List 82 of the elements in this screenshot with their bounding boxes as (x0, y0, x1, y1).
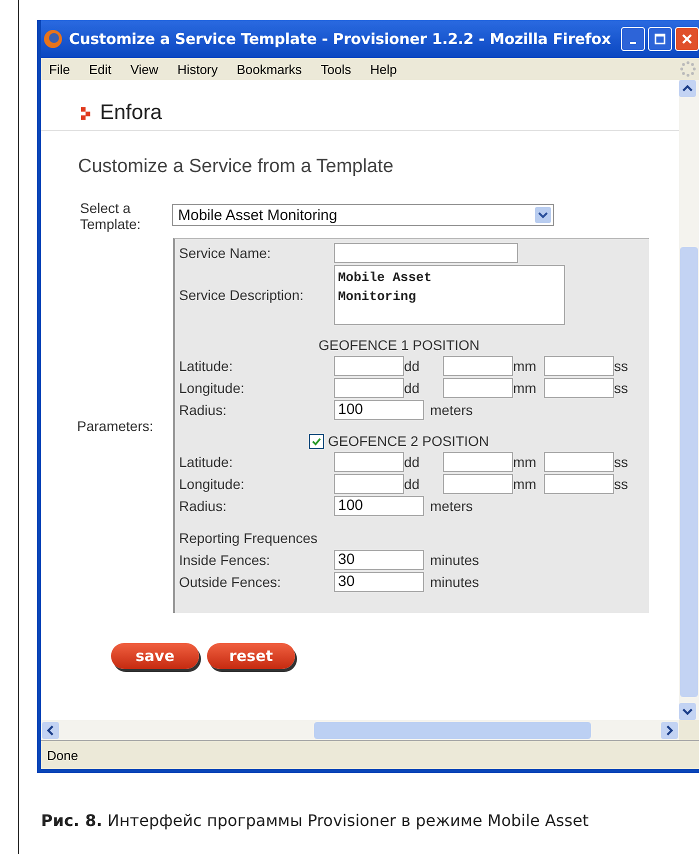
brand-name: Enfora (100, 101, 162, 125)
input-field[interactable]: 100 (334, 400, 424, 420)
scroll-thumb[interactable] (680, 247, 698, 697)
field-label: Latitude: (179, 454, 234, 470)
browser-logo-icon (43, 29, 63, 49)
menu-item[interactable]: Tools (320, 62, 352, 76)
field-label: Longitude: (179, 380, 246, 396)
close-button[interactable] (675, 27, 699, 51)
unit-label: mm (513, 476, 538, 492)
service-description-field[interactable]: Mobile Asset Monitoring (334, 265, 565, 325)
unit-label: meters (430, 402, 473, 418)
scroll-down-icon[interactable] (679, 703, 696, 720)
checkmark-icon (310, 436, 322, 446)
field-label: Radius: (179, 402, 228, 418)
scroll-thumb[interactable] (314, 722, 591, 738)
geofence-checkbox[interactable] (308, 434, 324, 448)
reset-button[interactable]: reset (207, 643, 295, 669)
input-field[interactable] (443, 452, 513, 472)
unit-label: ss (614, 476, 629, 492)
throbber-icon (679, 60, 697, 78)
menu-item[interactable]: History (177, 62, 218, 76)
close-icon (681, 33, 693, 45)
unit-label: ss (614, 380, 629, 396)
section-title: GEOFENCE 1 POSITION (318, 337, 480, 353)
unit-label: ss (614, 454, 629, 470)
input-field[interactable] (544, 378, 614, 398)
unit-label: mm (513, 454, 538, 470)
unit-label: minutes (430, 574, 480, 590)
status-text: Done (47, 748, 78, 762)
input-field[interactable] (443, 356, 513, 376)
input-field[interactable] (544, 474, 614, 494)
brand-logo-icon (81, 106, 92, 120)
scroll-right-icon[interactable] (661, 722, 678, 738)
menu-item[interactable]: Bookmarks (236, 62, 302, 76)
input-field[interactable]: 100 (334, 496, 424, 516)
field-label: Longitude: (179, 476, 246, 492)
minimize-icon (630, 42, 636, 44)
minimize-button[interactable] (621, 27, 645, 51)
menu-item[interactable]: Help (370, 62, 397, 76)
input-field[interactable] (544, 452, 614, 472)
field-label: Service Description: (179, 287, 304, 303)
input-field[interactable]: 30 (334, 572, 424, 592)
input-field[interactable] (544, 356, 614, 376)
menu-item[interactable]: View (130, 62, 158, 76)
input-field[interactable] (443, 474, 513, 494)
input-field[interactable] (334, 474, 404, 494)
menu-item[interactable]: Edit (88, 62, 112, 76)
field-label: Service Name: (179, 245, 272, 261)
field-label: Radius: (179, 498, 228, 514)
unit-label: dd (404, 380, 421, 396)
input-field[interactable] (334, 356, 404, 376)
template-select[interactable]: Mobile Asset Monitoring (172, 204, 554, 226)
unit-label: mm (513, 358, 538, 374)
unit-label: minutes (430, 552, 480, 568)
template-label: Select a Template: (80, 200, 142, 232)
maximize-icon (654, 33, 666, 45)
scroll-up-icon[interactable] (679, 80, 696, 97)
field-label: Latitude: (179, 358, 234, 374)
scroll-left-icon[interactable] (42, 722, 59, 738)
input-field[interactable]: 30 (334, 550, 424, 570)
field-label: Outside Fences: (179, 574, 282, 590)
unit-label: meters (430, 498, 473, 514)
input-field[interactable] (334, 378, 404, 398)
input-field[interactable] (443, 378, 513, 398)
parameters-label: Parameters: (77, 418, 154, 434)
unit-label: mm (513, 380, 538, 396)
service-name-field[interactable] (334, 243, 518, 263)
window-title: Customize a Service Template - Provisioner 1.2.2 - Mozilla Firefox (69, 30, 612, 48)
menu-item[interactable]: File (49, 62, 70, 76)
input-field[interactable] (334, 452, 404, 472)
section-title: Reporting Frequences (179, 529, 319, 548)
figure-caption: Рис. 8. Интерфейс программы Provisioner в режиме Mobile Asset (41, 811, 590, 830)
page-heading: Customize a Service from a Template (77, 155, 394, 178)
save-button[interactable]: save (111, 643, 199, 669)
field-label: Inside Fences: (179, 552, 272, 568)
unit-label: dd (404, 476, 421, 492)
maximize-button[interactable] (648, 27, 672, 51)
unit-label: dd (404, 358, 421, 374)
unit-label: ss (614, 358, 629, 374)
horizontal-scrollbar[interactable] (41, 720, 679, 740)
section-title: GEOFENCE 2 POSITION (328, 433, 490, 449)
unit-label: dd (404, 454, 421, 470)
